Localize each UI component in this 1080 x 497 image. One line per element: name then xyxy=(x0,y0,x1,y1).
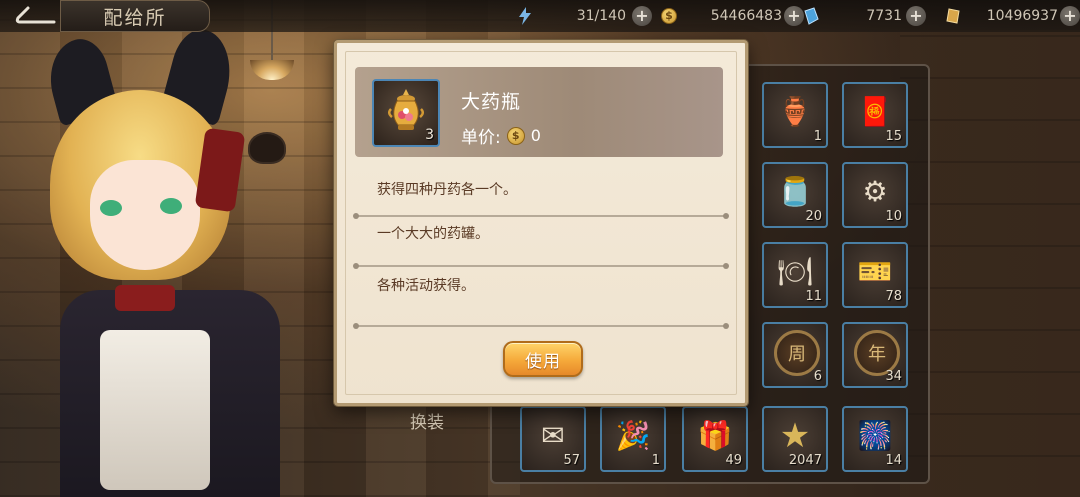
inventory-slot[interactable]: 🏺 1 xyxy=(762,82,828,148)
item-icon-slot: 3 xyxy=(372,79,440,147)
fragment-resource: 10496937 + xyxy=(944,4,1080,28)
seal-medal-icon: ⚙ xyxy=(862,174,888,208)
inventory-slot[interactable]: 🎉 1 xyxy=(600,406,666,472)
lightning-icon xyxy=(516,7,534,25)
inventory-slot[interactable]: ✉ 57 xyxy=(520,406,586,472)
slot-count: 49 xyxy=(725,453,742,468)
gold-resource: $ 54466483 + xyxy=(660,4,804,28)
inventory-slot[interactable]: 🎫 78 xyxy=(842,242,908,308)
swap-outfit-label[interactable]: 换装 xyxy=(410,408,444,433)
inventory-slot[interactable]: 🧧 15 xyxy=(842,82,908,148)
use-button[interactable]: 使用 xyxy=(503,341,583,377)
gift-pack-icon: 🎁 xyxy=(697,418,733,452)
star-icon: ★ xyxy=(779,415,811,456)
slot-count: 14 xyxy=(885,453,902,468)
letter-icon: ✉ xyxy=(541,418,565,452)
stamina-resource: 31/140 + xyxy=(516,4,652,28)
fragment-value: 10496937 xyxy=(986,8,1058,24)
use-button-label: 使用 xyxy=(525,351,561,372)
gold-coin-icon: $ xyxy=(506,126,525,145)
price-row: 单价: $ 0 xyxy=(461,123,541,148)
back-arrow-icon xyxy=(15,6,56,24)
potion-bottle-icon: 🏺 xyxy=(777,94,813,128)
slot-count: 34 xyxy=(885,369,902,384)
inventory-slot[interactable]: ⚙ 10 xyxy=(842,162,908,228)
add-blue-gem-button[interactable]: + xyxy=(906,6,926,26)
inventory-slot[interactable]: 🎁 49 xyxy=(682,406,748,472)
maid-character-portrait xyxy=(20,23,320,497)
red-ticket-box-icon: 🎫 xyxy=(857,254,893,288)
golden-vase-icon xyxy=(388,89,424,130)
inventory-slot[interactable]: 周6 xyxy=(762,322,828,388)
add-stamina-button[interactable]: + xyxy=(632,6,652,26)
divider xyxy=(353,263,729,269)
blue-jar-icon: 🫙 xyxy=(777,174,813,208)
blue-gem-value: 7731 xyxy=(866,8,902,24)
item-header: 3 大药瓶 单价: $ 0 xyxy=(355,67,723,157)
divider xyxy=(353,213,729,219)
blue-crystal-icon xyxy=(802,7,820,25)
food-plate-icon: 🍽 xyxy=(777,254,813,288)
price-label: 单价: xyxy=(461,128,501,148)
slot-count: 1 xyxy=(651,453,660,468)
party-popper-icon: 🎉 xyxy=(615,418,651,452)
slot-count: 15 xyxy=(885,129,902,144)
stamina-value: 31/140 xyxy=(576,8,626,24)
slot-count: 11 xyxy=(805,289,822,304)
item-name: 大药瓶 xyxy=(461,91,522,113)
slot-count: 10 xyxy=(885,209,902,224)
item-effect-text: 获得四种丹药各一个。 xyxy=(377,182,517,198)
item-description-text: 一个大大的药罐。 xyxy=(377,226,489,242)
top-bar: 配给所 31/140 + $ 54466483 + 7731 + 1049693… xyxy=(0,0,1080,32)
inventory-slot[interactable]: 🫙 20 xyxy=(762,162,828,228)
inventory-slot[interactable]: 🎆 14 xyxy=(842,406,908,472)
inventory-slot[interactable]: 年 34 xyxy=(842,322,908,388)
slot-count: 78 xyxy=(885,289,902,304)
add-gold-button[interactable]: + xyxy=(784,6,804,26)
item-source-text: 各种活动获得。 xyxy=(377,278,475,294)
slot-count: 1 xyxy=(813,129,822,144)
amber-crystal-icon xyxy=(944,7,962,25)
page-title: 配给所 xyxy=(103,6,167,29)
item-quantity: 3 xyxy=(425,127,434,143)
price-value: 0 xyxy=(530,126,541,145)
blue-gem-resource: 7731 + xyxy=(802,4,926,28)
firework-icon: 🎆 xyxy=(857,418,893,452)
divider xyxy=(353,323,729,329)
gold-value: 54466483 xyxy=(710,8,782,24)
red-envelope-icon: 🧧 xyxy=(857,94,893,128)
page-title-plate: 配给所 xyxy=(60,0,210,32)
slot-count: 20 xyxy=(805,209,822,224)
inventory-slot[interactable]: 🍽 11 xyxy=(762,242,828,308)
item-detail-dialog: 3 大药瓶 单价: $ 0 获得四种丹药各一个。 一个大大的药罐。 各种活动获得… xyxy=(334,40,748,406)
add-fragment-button[interactable]: + xyxy=(1060,6,1080,26)
slot-count: 2047 xyxy=(788,453,822,468)
gold-coin-icon: $ xyxy=(660,7,678,25)
slot-count: 57 xyxy=(563,453,580,468)
back-button[interactable] xyxy=(6,2,58,28)
inventory-slot[interactable]: ★ 2047 xyxy=(762,406,828,472)
slot-count: 6 xyxy=(813,369,822,384)
